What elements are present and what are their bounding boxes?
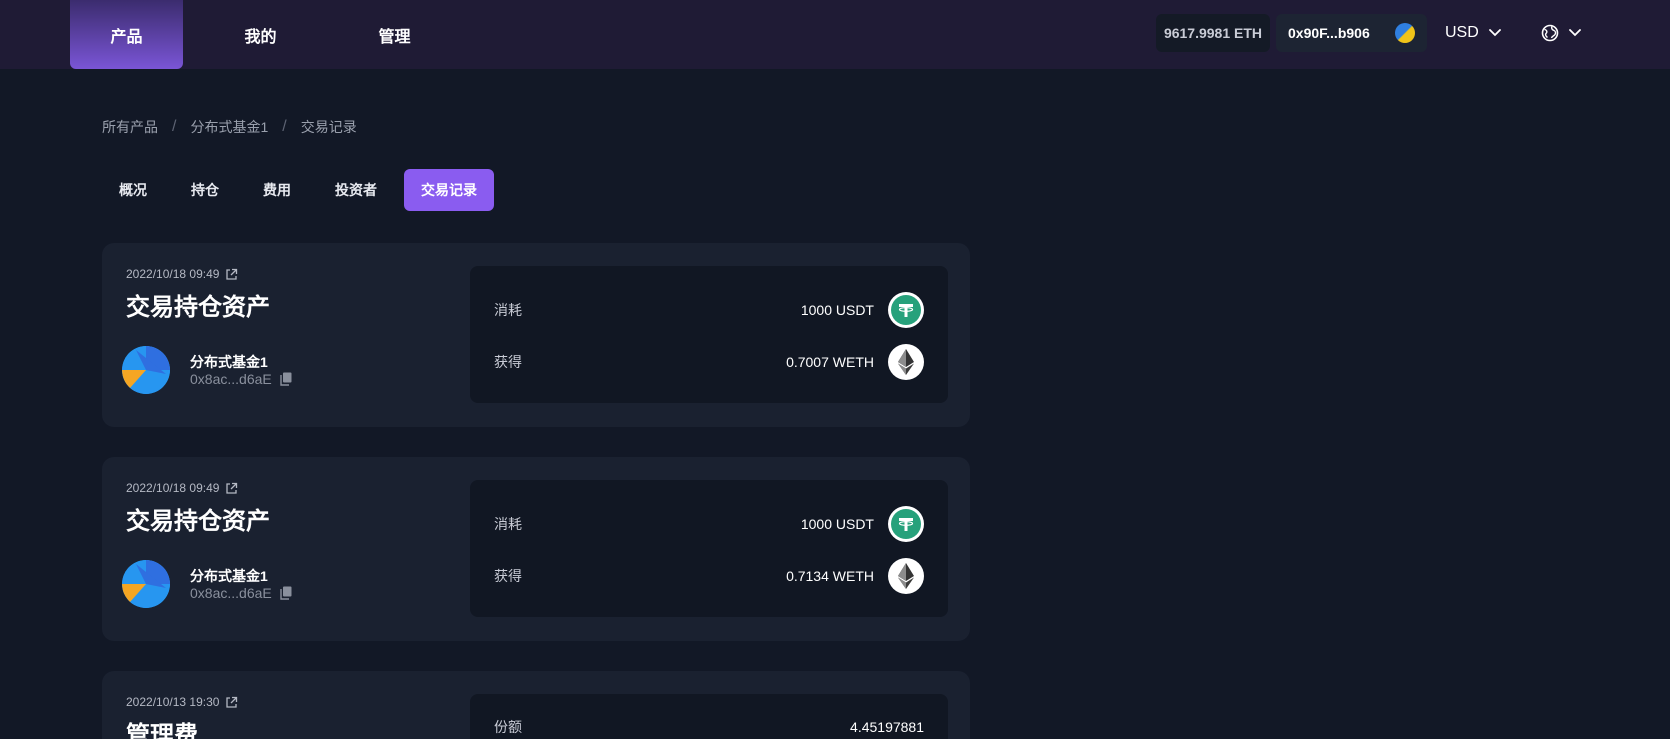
nav-mine-label: 我的 (244, 28, 277, 46)
currency-selector[interactable]: USD (1445, 14, 1501, 52)
fund-avatar-icon (122, 346, 170, 394)
transaction-title: 管理费 (126, 722, 198, 739)
chevron-down-icon (1569, 29, 1581, 37)
eth-icon (888, 558, 924, 594)
transaction-details-panel: 份额 4.45197881 (470, 694, 948, 739)
transaction-card: 2022/10/18 09:49 交易持仓资产 分布式基金1 0x8ac...d… (102, 243, 970, 427)
fund-name: 分布式基金1 (190, 568, 268, 584)
tab-transactions[interactable]: 交易记录 (404, 169, 494, 211)
nav-products[interactable]: 产品 (70, 0, 183, 69)
detail-label: 获得 (494, 568, 522, 584)
breadcrumb-all-products[interactable]: 所有产品 (102, 117, 158, 137)
detail-label: 消耗 (494, 302, 522, 318)
nav-products-label: 产品 (110, 28, 143, 46)
transaction-title: 交易持仓资产 (126, 508, 270, 535)
external-link-icon[interactable] (225, 268, 238, 281)
external-link-icon[interactable] (225, 696, 238, 709)
transaction-datetime: 2022/10/13 19:30 (126, 695, 238, 709)
top-navigation-bar: 产品 我的 管理 9617.9981 ETH 0x90F...b906 USD (0, 0, 1670, 69)
transaction-datetime-text: 2022/10/13 19:30 (126, 695, 220, 709)
fund-tabs: 概况 持仓 费用 投资者 交易记录 (102, 169, 504, 211)
fund-avatar-icon (122, 560, 170, 608)
breadcrumb: 所有产品 / 分布式基金1 / 交易记录 (102, 117, 357, 137)
eth-icon (888, 344, 924, 380)
fund-address-text: 0x8ac...d6aE (190, 585, 272, 601)
nav-manage[interactable]: 管理 (338, 0, 451, 69)
detail-label: 消耗 (494, 516, 522, 532)
breadcrumb-separator: / (282, 118, 287, 135)
usdt-icon (888, 292, 924, 328)
wallet-address-text: 0x90F...b906 (1288, 25, 1370, 41)
transaction-card: 2022/10/18 09:49 交易持仓资产 分布式基金1 0x8ac...d… (102, 457, 970, 641)
detail-row-spent: 消耗 1000 USDT (494, 504, 924, 544)
transaction-datetime: 2022/10/18 09:49 (126, 267, 238, 281)
currency-label: USD (1445, 24, 1479, 41)
transaction-datetime-text: 2022/10/18 09:49 (126, 267, 220, 281)
detail-label: 份额 (494, 719, 522, 735)
detail-value: 1000 USDT (800, 302, 874, 318)
nav-mine[interactable]: 我的 (204, 0, 317, 69)
fund-address: 0x8ac...d6aE (190, 371, 292, 387)
tab-fees[interactable]: 费用 (246, 169, 308, 211)
detail-row-shares: 份额 4.45197881 (494, 712, 924, 739)
detail-row-received: 获得 0.7007 WETH (494, 342, 924, 382)
language-selector[interactable] (1541, 14, 1581, 52)
detail-value: 1000 USDT (800, 516, 874, 532)
fund-address-text: 0x8ac...d6aE (190, 371, 272, 387)
detail-label: 获得 (494, 354, 522, 370)
transaction-details-panel: 消耗 1000 USDT 获得 0.7007 WETH (470, 266, 948, 403)
external-link-icon[interactable] (225, 482, 238, 495)
tab-overview[interactable]: 概况 (102, 169, 164, 211)
wallet-avatar-icon (1395, 23, 1415, 43)
breadcrumb-fund[interactable]: 分布式基金1 (190, 117, 268, 137)
breadcrumb-current: 交易记录 (300, 119, 357, 135)
eth-balance: 9617.9981 ETH (1156, 14, 1270, 52)
globe-icon (1541, 24, 1559, 42)
fund-address: 0x8ac...d6aE (190, 585, 292, 601)
transaction-card: 2022/10/13 19:30 管理费 份额 4.45197881 (102, 671, 970, 739)
usdt-icon (888, 506, 924, 542)
detail-value: 4.45197881 (850, 719, 924, 735)
copy-icon[interactable] (280, 586, 292, 600)
breadcrumb-separator: / (172, 118, 177, 135)
transaction-datetime-text: 2022/10/18 09:49 (126, 481, 220, 495)
tab-investors[interactable]: 投资者 (318, 169, 394, 211)
detail-row-spent: 消耗 1000 USDT (494, 290, 924, 330)
copy-icon[interactable] (280, 372, 292, 386)
detail-value: 0.7007 WETH (786, 354, 874, 370)
fund-name: 分布式基金1 (190, 354, 268, 370)
detail-value: 0.7134 WETH (786, 568, 874, 584)
transaction-title: 交易持仓资产 (126, 294, 270, 321)
tab-holdings[interactable]: 持仓 (174, 169, 236, 211)
transaction-details-panel: 消耗 1000 USDT 获得 0.7134 WETH (470, 480, 948, 617)
nav-manage-label: 管理 (378, 28, 411, 46)
chevron-down-icon (1488, 29, 1501, 37)
wallet-address-button[interactable]: 0x90F...b906 (1276, 14, 1427, 52)
detail-row-received: 获得 0.7134 WETH (494, 556, 924, 596)
transaction-datetime: 2022/10/18 09:49 (126, 481, 238, 495)
eth-balance-value: 9617.9981 ETH (1163, 25, 1263, 41)
